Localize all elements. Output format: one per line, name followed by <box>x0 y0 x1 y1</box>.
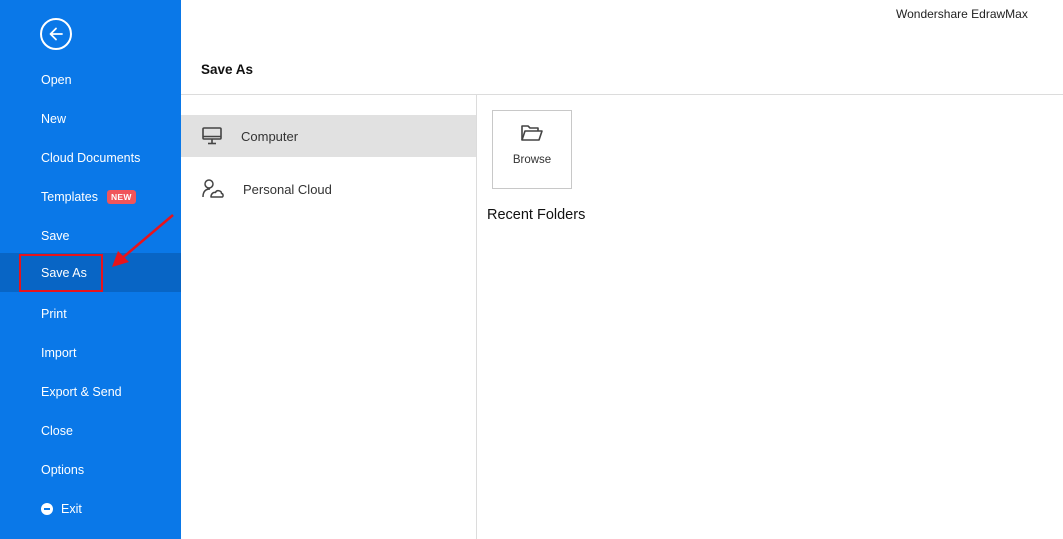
sidebar-item-label: Cloud Documents <box>41 150 141 165</box>
column-divider <box>476 95 477 539</box>
browse-label: Browse <box>512 154 552 166</box>
minus-circle-icon <box>41 502 53 515</box>
sidebar-item-label: Export & Send <box>41 384 122 399</box>
app-title: Wondershare EdrawMax <box>896 7 1028 21</box>
location-label: Personal Cloud <box>243 181 332 197</box>
recent-folders-title: Recent Folders <box>487 207 586 223</box>
header-divider <box>181 94 1063 95</box>
arrow-left-icon <box>49 27 63 41</box>
sidebar-item-label: Exit <box>61 501 82 516</box>
sidebar-item-label: Save <box>41 228 70 243</box>
monitor-icon <box>202 127 222 145</box>
browse-button[interactable]: Browse <box>492 110 572 189</box>
location-computer[interactable]: Computer <box>181 115 476 157</box>
sidebar-item-label: Close <box>41 423 73 438</box>
sidebar-item-export-send[interactable]: Export & Send <box>0 372 181 411</box>
person-cloud-icon <box>202 179 224 198</box>
sidebar-item-options[interactable]: Options <box>0 450 181 489</box>
folder-open-icon <box>521 125 543 141</box>
sidebar: Open New Cloud Documents Templates NEW S… <box>0 0 181 539</box>
sidebar-item-new[interactable]: New <box>0 99 181 138</box>
sidebar-item-save-as[interactable]: Save As <box>0 253 181 292</box>
location-personal-cloud[interactable]: Personal Cloud <box>181 168 476 210</box>
new-badge: NEW <box>106 189 136 204</box>
page-title: Save As <box>201 62 254 77</box>
sidebar-item-exit[interactable]: Exit <box>0 489 181 528</box>
back-button[interactable] <box>40 18 72 50</box>
sidebar-item-label: Import <box>41 345 77 360</box>
sidebar-item-label: Options <box>41 462 85 477</box>
sidebar-item-close[interactable]: Close <box>0 411 181 450</box>
sidebar-item-label: Open <box>41 72 72 87</box>
sidebar-item-label: Save As <box>41 265 87 280</box>
sidebar-item-save[interactable]: Save <box>0 216 181 255</box>
sidebar-item-import[interactable]: Import <box>0 333 181 372</box>
sidebar-item-print[interactable]: Print <box>0 294 181 333</box>
sidebar-item-templates[interactable]: Templates NEW <box>0 177 181 216</box>
sidebar-item-label: New <box>41 111 67 126</box>
sidebar-item-open[interactable]: Open <box>0 60 181 99</box>
sidebar-item-cloud-documents[interactable]: Cloud Documents <box>0 138 181 177</box>
location-label: Computer <box>241 128 299 144</box>
sidebar-item-label: Templates <box>41 189 98 204</box>
sidebar-item-label: Print <box>41 306 67 321</box>
